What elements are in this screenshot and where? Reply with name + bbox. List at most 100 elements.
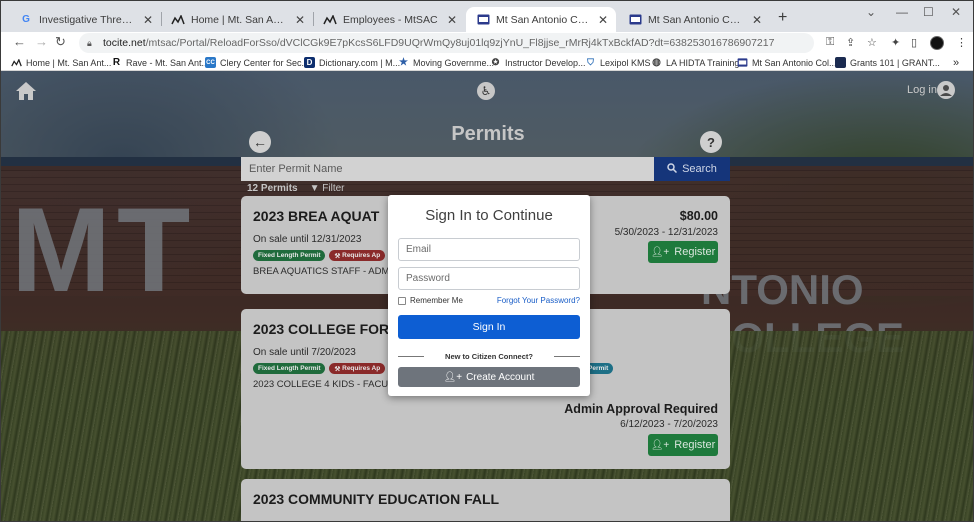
bookmark-item[interactable]: Mt San Antonio Col... xyxy=(737,55,837,70)
back-arrow-button[interactable]: ← xyxy=(249,131,271,153)
minimize-icon[interactable]: — xyxy=(896,5,908,19)
tab-title: Mt San Antonio College Citizen xyxy=(496,13,592,26)
bookmark-item[interactable]: ◍ LA HIDTA Training xyxy=(651,55,739,70)
create-account-label: Create Account xyxy=(466,371,535,383)
permit-sale-date: On sale until 7/20/2023 xyxy=(253,347,356,358)
bookmark-label: Grants 101 | GRANT... xyxy=(850,57,940,68)
search-icon xyxy=(667,162,678,176)
page-title: Permits xyxy=(451,123,525,145)
forward-arrow-icon[interactable]: → xyxy=(35,34,48,49)
permit-title[interactable]: 2023 BREA AQUAT xyxy=(253,208,379,224)
remember-checkbox[interactable] xyxy=(398,296,406,305)
register-label: Register xyxy=(674,246,716,258)
permit-card: 2023 COMMUNITY EDUCATION FALL xyxy=(241,479,730,521)
tab-investigative-threat[interactable]: G Investigative Threat Assessment ✕ xyxy=(9,7,161,32)
shield-icon: ⛉ xyxy=(587,57,594,67)
remember-label: Remember Me xyxy=(410,296,463,305)
bookmark-item[interactable]: CC Clery Center for Sec... xyxy=(205,55,309,70)
star-icon: ★ xyxy=(399,57,408,68)
tab-title: Home | Mt. San Antonio College xyxy=(191,13,289,26)
filter-label: Filter xyxy=(322,183,345,194)
help-icon[interactable]: ? xyxy=(700,131,722,153)
clery-icon: CC xyxy=(205,57,216,68)
remember-me[interactable]: Remember Me xyxy=(398,296,463,305)
sign-in-button[interactable]: Sign In xyxy=(398,315,580,339)
home-icon[interactable] xyxy=(15,81,37,101)
permit-title[interactable]: 2023 COLLEGE FOR xyxy=(253,321,389,337)
close-icon[interactable]: ✕ xyxy=(752,13,762,27)
close-icon[interactable]: ✕ xyxy=(447,13,457,27)
search-button[interactable]: Search xyxy=(654,157,730,181)
bookmark-item[interactable]: Home | Mt. San Ant... xyxy=(11,55,111,70)
password-field[interactable] xyxy=(398,267,580,290)
register-button[interactable]: 👤︎+ Register xyxy=(648,434,718,456)
citizen-connect-icon xyxy=(737,57,748,68)
citizen-connect-icon xyxy=(476,13,490,27)
bookmark-label: Dictionary.com | M... xyxy=(319,57,401,68)
permit-search-input[interactable] xyxy=(241,157,654,181)
permit-badges: Fixed Length Permit ⚒ Requires Ap xyxy=(253,363,386,374)
sign-in-modal: Sign In to Continue Remember Me Forgot Y… xyxy=(388,195,590,396)
bookmark-star-icon[interactable]: ☆ xyxy=(867,36,877,49)
seal-icon: ✪ xyxy=(491,57,500,67)
window-close-icon[interactable]: ✕ xyxy=(951,5,961,19)
accessibility-icon[interactable]: ♿︎ xyxy=(477,82,495,100)
tab-citizen-connect[interactable]: Mt San Antonio College Citizen ✕ xyxy=(618,7,770,32)
browser-window: G Investigative Threat Assessment ✕ Home… xyxy=(0,0,974,522)
requires-approval-badge: ⚒ Requires Ap xyxy=(329,363,386,374)
search-button-label: Search xyxy=(682,163,717,175)
lock-icon: 🔒︎ xyxy=(87,38,92,48)
bookmark-item[interactable]: ⛉ Lexipol KMS xyxy=(585,55,650,70)
mtsac-icon xyxy=(11,57,22,68)
bookmark-item[interactable]: R Rave - Mt. San Ant... xyxy=(111,55,209,70)
url-domain: tocite.net xyxy=(103,37,146,49)
tab-citizen-connect-active[interactable]: Mt San Antonio College Citizen ✕ xyxy=(466,7,616,32)
rave-icon: R xyxy=(112,57,121,68)
register-label: Register xyxy=(674,439,716,451)
address-bar[interactable]: 🔒︎ tocite.net /mtsac/Portal/ReloadForSso… xyxy=(79,33,814,53)
sidepanel-icon[interactable]: ▯ xyxy=(911,36,917,49)
permit-price: $80.00 xyxy=(679,209,718,223)
login-link[interactable]: Log in xyxy=(907,84,937,96)
permit-date-range: 5/30/2023 - 12/31/2023 xyxy=(614,227,718,238)
maximize-icon[interactable]: ☐ xyxy=(923,5,934,19)
close-icon[interactable]: ✕ xyxy=(598,13,608,27)
bookmark-item[interactable]: ★ Moving Governme... xyxy=(398,55,494,70)
filter-icon: ▼ xyxy=(309,183,320,194)
divider xyxy=(554,356,580,357)
close-icon[interactable]: ✕ xyxy=(295,13,305,27)
bookmark-item[interactable]: D Dictionary.com | M... xyxy=(304,55,400,70)
tab-title: Mt San Antonio College Citizen xyxy=(648,13,746,26)
grants-icon xyxy=(835,57,846,68)
bookmark-item[interactable]: Grants 101 | GRANT... xyxy=(835,55,940,70)
back-arrow-icon[interactable]: ← xyxy=(13,34,26,49)
email-field[interactable] xyxy=(398,238,580,261)
badge-label: Requires Ap xyxy=(342,252,381,259)
bookmark-label: Clery Center for Sec... xyxy=(220,57,310,68)
page-viewport: MT NTONIO COLLEGE ♿︎ Log in Permits ← ? … xyxy=(1,71,973,521)
tab-home-mtsac[interactable]: Home | Mt. San Antonio College ✕ xyxy=(161,7,313,32)
profile-avatar[interactable] xyxy=(930,36,944,50)
permit-badges: Fixed Length Permit ⚒ Requires Ap xyxy=(253,250,386,261)
close-icon[interactable]: ✕ xyxy=(143,13,153,27)
reload-icon[interactable]: ↻ xyxy=(55,34,66,50)
permit-title[interactable]: 2023 COMMUNITY EDUCATION FALL xyxy=(253,491,499,507)
browser-toolbar: ← → ↻ 🔒︎ tocite.net /mtsac/Portal/Reload… xyxy=(1,32,973,54)
new-tab-button[interactable]: + xyxy=(778,9,787,27)
filter-toggle[interactable]: ▼ Filter xyxy=(310,183,345,194)
permit-date-range: 6/12/2023 - 7/20/2023 xyxy=(620,419,718,430)
user-circle-icon[interactable] xyxy=(937,81,955,99)
key-icon[interactable]: ⚿ xyxy=(826,36,834,49)
register-button[interactable]: 👤︎+ Register xyxy=(648,241,718,263)
bookmark-item[interactable]: ✪ Instructor Develop... xyxy=(490,55,586,70)
create-account-button[interactable]: 👤︎+ Create Account xyxy=(398,367,580,387)
share-icon[interactable]: ⇪ xyxy=(846,36,855,49)
permit-price: Admin Approval Required xyxy=(564,402,718,416)
menu-dots-icon[interactable]: ⋮ xyxy=(956,36,967,49)
more-bookmarks-button[interactable]: » xyxy=(953,55,959,70)
chevron-down-icon[interactable]: ⌄ xyxy=(866,5,876,19)
forgot-password-link[interactable]: Forgot Your Password? xyxy=(497,296,580,305)
gavel-icon: ⚒ xyxy=(334,252,343,260)
tab-employees-mtsac[interactable]: Employees - MtSAC ✕ xyxy=(313,7,465,32)
extensions-icon[interactable]: ✦ xyxy=(891,36,900,49)
